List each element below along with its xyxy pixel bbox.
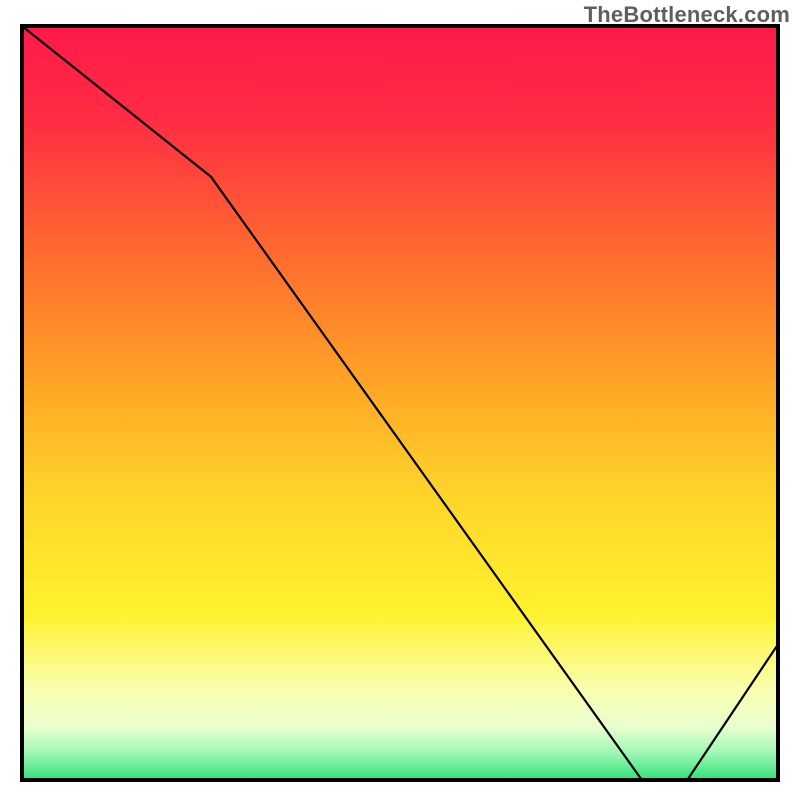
chart-svg — [0, 0, 800, 800]
watermark-text: TheBottleneck.com — [584, 2, 790, 28]
plot-background — [22, 26, 778, 780]
chart-container: TheBottleneck.com — [0, 0, 800, 800]
